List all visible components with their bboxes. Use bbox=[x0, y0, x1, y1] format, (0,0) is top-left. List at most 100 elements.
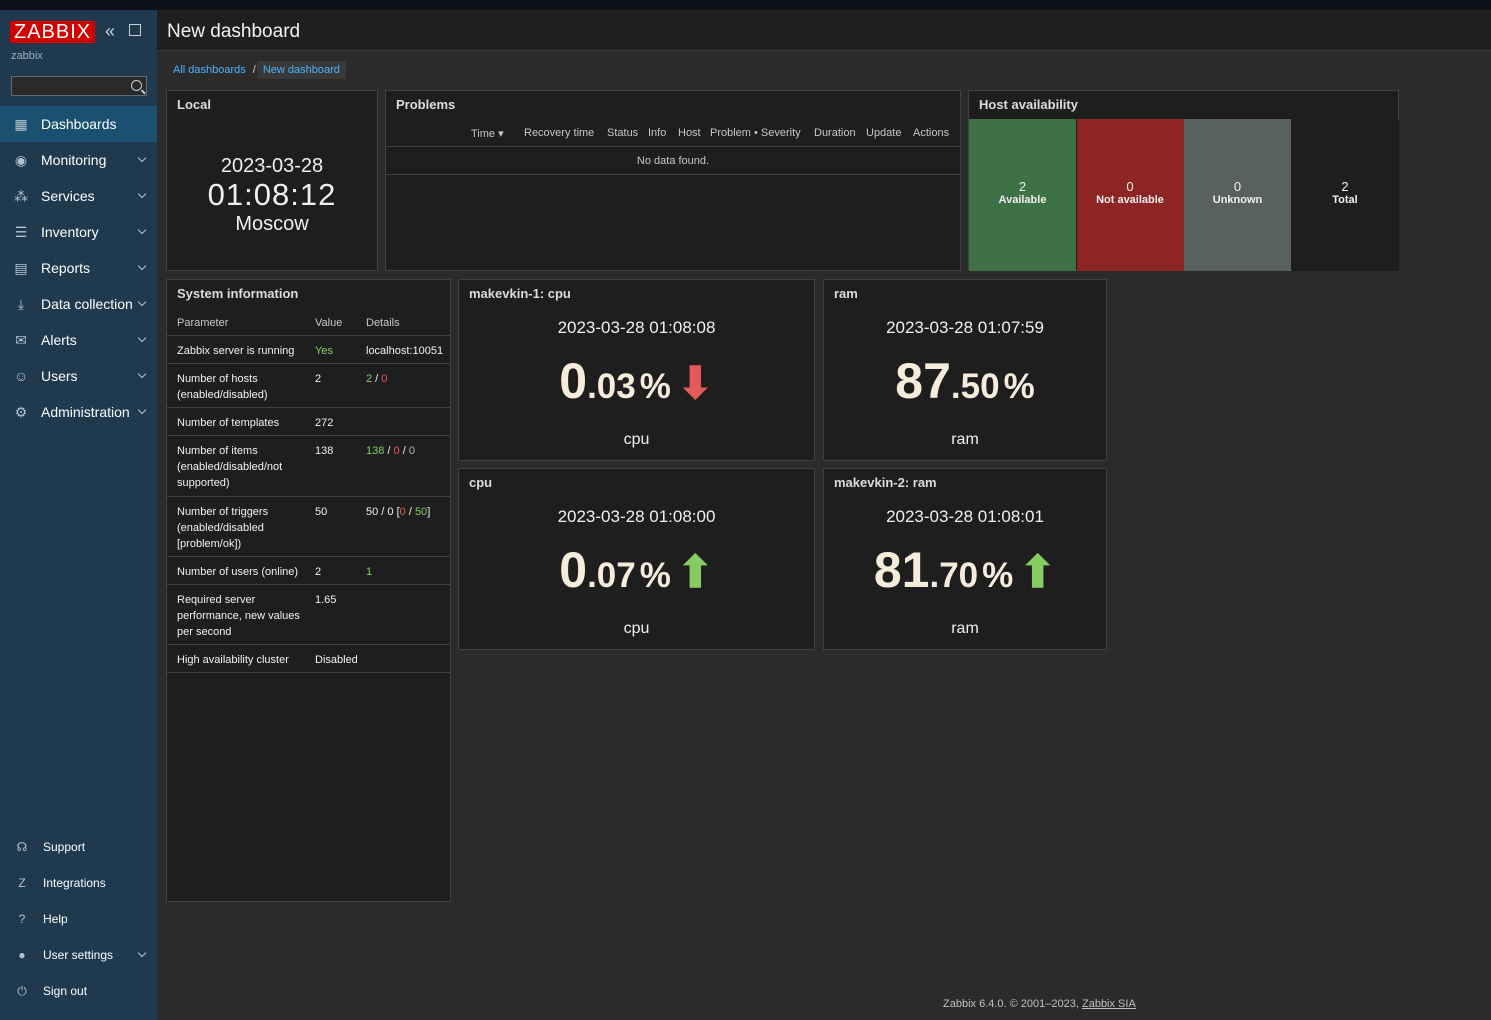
item-name: ram bbox=[951, 431, 979, 448]
services-icon: ⁂ bbox=[14, 188, 28, 204]
item-value-widget: makevkin-2: ram 2023-03-28 01:08:01 81.70%… bbox=[823, 468, 1107, 650]
value-decimal: .50 bbox=[950, 367, 1000, 406]
value: 2 bbox=[315, 566, 322, 578]
menu-item-dashboards[interactable]: ▦ Dashboards bbox=[0, 106, 157, 142]
menu-item-label: Sign out bbox=[43, 984, 88, 998]
menu-item-data-collection[interactable]: ⤓ Data collection bbox=[0, 286, 157, 322]
list-icon: ☰ bbox=[14, 224, 28, 240]
table-header: Parameter Value Details bbox=[167, 308, 450, 336]
menu-item-label: Data collection bbox=[41, 296, 133, 312]
chevron-down-icon bbox=[137, 297, 147, 307]
menu-item-alerts[interactable]: ✉ Alerts bbox=[0, 322, 157, 358]
widget-title: Host availability bbox=[979, 97, 1078, 112]
search-icon[interactable] bbox=[131, 80, 142, 91]
item-timestamp: 2023-03-28 01:08:01 bbox=[886, 507, 1044, 526]
availability-label: Available bbox=[998, 194, 1047, 206]
clock-date: 2023-03-28 bbox=[220, 155, 324, 177]
zabbix-logo[interactable]: ZABBIX bbox=[10, 21, 96, 43]
eye-icon: ◉ bbox=[14, 152, 28, 168]
no-data-message: No data found. bbox=[386, 147, 960, 175]
menu-item-help[interactable]: ? Help bbox=[0, 901, 157, 937]
item-name: ram bbox=[951, 620, 979, 637]
menu-item-services[interactable]: ⁂ Services bbox=[0, 178, 157, 214]
details: localhost:10051 bbox=[366, 345, 444, 357]
availability-label: Total bbox=[1332, 194, 1358, 206]
breadcrumb: All dashboards / New dashboard bbox=[167, 61, 346, 79]
breadcrumb-current-dashboard[interactable]: New dashboard bbox=[256, 61, 346, 79]
availability-count: 2 bbox=[1018, 179, 1027, 194]
item-timestamp: 2023-03-28 01:07:59 bbox=[886, 318, 1044, 337]
bottom-menu: ☊ Support Z Integrations? Help ● User settings… bbox=[0, 829, 157, 1009]
menu-item-label: Support bbox=[43, 840, 86, 854]
main-menu: ▦ Dashboards ◉ Monitoring ⁂ Services ☰ Inventor… bbox=[0, 106, 157, 430]
footer: Zabbix 6.4.0. © 2001–2023, Zabbix SIA bbox=[943, 998, 1136, 1010]
footer-text: Zabbix 6.4.0. © 2001–2023, bbox=[943, 998, 1082, 1010]
arrow-down-icon: ⬇ bbox=[676, 359, 714, 408]
arrow-up-icon: ⬆ bbox=[1019, 548, 1057, 597]
table-row: Number of triggers (enabled/disabled [pr… bbox=[167, 497, 450, 557]
value-integer: 87 bbox=[895, 353, 951, 409]
menu-item-support[interactable]: ☊ Support bbox=[0, 829, 157, 865]
host-availability-widget: Host availability 2 Available 0 Not availab… bbox=[968, 90, 1399, 271]
value-unit: % bbox=[639, 367, 671, 406]
separator: / bbox=[372, 373, 382, 385]
separator: / bbox=[399, 445, 409, 457]
menu-item-inventory[interactable]: ☰ Inventory bbox=[0, 214, 157, 250]
parameter: Number of items (enabled/disabled/not su… bbox=[177, 445, 283, 489]
menu-item-user-settings[interactable]: ● User settings bbox=[0, 937, 157, 973]
collapse-sidebar-icon[interactable]: « bbox=[105, 20, 123, 42]
column-problem-severity: Problem • Severity bbox=[710, 127, 801, 139]
parameter: Zabbix server is running bbox=[177, 345, 295, 357]
chevron-down-icon bbox=[137, 225, 147, 235]
separator: / bbox=[405, 506, 415, 518]
chevron-down-icon bbox=[137, 153, 147, 163]
value-integer: 81 bbox=[873, 542, 930, 598]
menu-item-monitoring[interactable]: ◉ Monitoring bbox=[0, 142, 157, 178]
parameter: Number of users (online) bbox=[177, 566, 299, 578]
table-row: Number of hosts (enabled/disabled) 2 2 /… bbox=[167, 364, 450, 408]
power-icon: ⏻ bbox=[17, 984, 27, 998]
menu-item-reports[interactable]: ▤ Reports bbox=[0, 250, 157, 286]
kiosk-mode-icon[interactable] bbox=[129, 24, 141, 36]
disabled-count: 0 bbox=[381, 373, 388, 385]
parameter: Number of triggers (enabled/disabled [pr… bbox=[177, 506, 269, 550]
footer-link[interactable]: Zabbix SIA bbox=[1082, 998, 1136, 1010]
column-time[interactable]: Time ▾ bbox=[471, 127, 504, 140]
item-timestamp: 2023-03-28 01:08:00 bbox=[557, 507, 716, 526]
breadcrumb-all-dashboards[interactable]: All dashboards bbox=[167, 64, 252, 76]
integrations-icon: Z bbox=[18, 876, 26, 890]
user-icon: ● bbox=[18, 948, 26, 962]
menu-item-sign-out[interactable]: ⏻ Sign out bbox=[0, 973, 157, 1009]
arrow-up-icon: ⬆ bbox=[676, 548, 714, 597]
availability-count: 0 bbox=[1126, 179, 1134, 194]
value: 1.65 bbox=[315, 594, 337, 606]
item-value: 0.07% ⬆ bbox=[459, 541, 814, 599]
item-value-widget: cpu 2023-03-28 01:08:00 0.07% ⬆ cpu bbox=[458, 468, 815, 650]
menu-item-users[interactable]: ☺ Users bbox=[0, 358, 157, 394]
menu-item-label: Dashboards bbox=[41, 116, 117, 132]
value-decimal: .03 bbox=[587, 367, 636, 406]
widget-title: cpu bbox=[469, 475, 493, 490]
parameter: Number of templates bbox=[177, 417, 280, 429]
menu-item-label: Administration bbox=[41, 404, 130, 420]
column-status: Status bbox=[607, 127, 639, 139]
item-timestamp: 2023-03-28 01:08:08 bbox=[557, 318, 716, 337]
parameter: Required server performance, new values … bbox=[177, 594, 300, 638]
bracket: ] bbox=[427, 506, 431, 518]
menu-item-integrations[interactable]: Z Integrations bbox=[0, 865, 157, 901]
value-integer: 0 bbox=[559, 353, 588, 409]
search-input[interactable] bbox=[12, 77, 124, 95]
menu-item-administration[interactable]: ⚙ Administration bbox=[0, 394, 157, 430]
chevron-down-icon bbox=[137, 369, 147, 379]
availability-cell-not-available: 0 Not available bbox=[1076, 119, 1184, 271]
column-update: Update bbox=[866, 127, 902, 139]
table-row: Zabbix server is running Yes localhost:1… bbox=[167, 336, 450, 364]
help-icon: ? bbox=[18, 912, 26, 926]
column-actions: Actions bbox=[913, 127, 950, 139]
menu-item-label: Inventory bbox=[41, 224, 99, 240]
table-row: High availability cluster Disabled bbox=[167, 645, 450, 673]
header-details: Details bbox=[366, 317, 400, 329]
value-integer: 0 bbox=[559, 542, 588, 598]
menu-item-label: Users bbox=[41, 368, 78, 384]
menu-item-label: Services bbox=[41, 188, 95, 204]
